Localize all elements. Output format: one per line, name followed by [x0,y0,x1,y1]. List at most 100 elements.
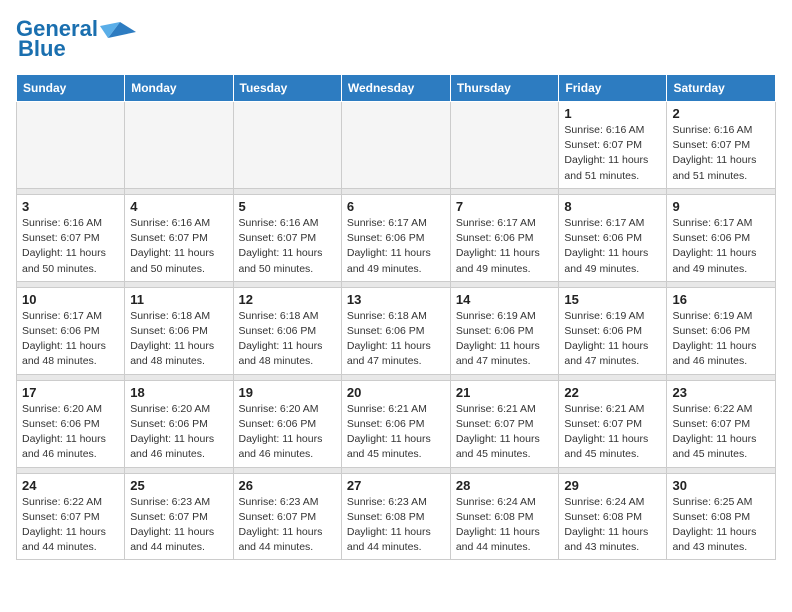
calendar-header-monday: Monday [125,75,233,102]
page-header: General Blue [16,16,776,62]
logo: General Blue [16,16,136,62]
day-number: 30 [672,478,770,493]
calendar-cell: 4 Sunrise: 6:16 AM Sunset: 6:07 PM Daylig… [125,194,233,281]
calendar-cell: 27 Sunrise: 6:23 AM Sunset: 6:08 PM Dayli… [341,473,450,560]
day-info: Sunrise: 6:17 AM Sunset: 6:06 PM Dayligh… [672,216,770,277]
calendar-header-friday: Friday [559,75,667,102]
day-number: 17 [22,385,119,400]
calendar-cell: 19Sunrise: 6:20 AM Sunset: 6:06 PM Dayli… [233,380,341,467]
day-number: 15 [564,292,661,307]
day-info: Sunrise: 6:18 AM Sunset: 6:06 PM Dayligh… [347,309,445,370]
calendar-cell: 29 Sunrise: 6:24 AM Sunset: 6:08 PM Dayli… [559,473,667,560]
calendar-cell: 8 Sunrise: 6:17 AM Sunset: 6:06 PM Daylig… [559,194,667,281]
day-info: Sunrise: 6:23 AM Sunset: 6:07 PM Dayligh… [130,495,227,556]
calendar-cell: 30 Sunrise: 6:25 AM Sunset: 6:08 PM Dayli… [667,473,776,560]
calendar-week-row: 10 Sunrise: 6:17 AM Sunset: 6:06 PM Dayli… [17,287,776,374]
day-number: 26 [239,478,336,493]
day-info: Sunrise: 6:23 AM Sunset: 6:08 PM Dayligh… [347,495,445,556]
day-number: 24 [22,478,119,493]
day-number: 23 [672,385,770,400]
day-number: 21 [456,385,554,400]
day-number: 13 [347,292,445,307]
day-info: Sunrise: 6:18 AM Sunset: 6:06 PM Dayligh… [130,309,227,370]
calendar-week-row: 24 Sunrise: 6:22 AM Sunset: 6:07 PM Dayli… [17,473,776,560]
calendar-cell: 2 Sunrise: 6:16 AM Sunset: 6:07 PM Daylig… [667,102,776,189]
calendar-cell [17,102,125,189]
day-number: 18 [130,385,227,400]
calendar-header-row: SundayMondayTuesdayWednesdayThursdayFrid… [17,75,776,102]
day-number: 20 [347,385,445,400]
calendar-cell: 28 Sunrise: 6:24 AM Sunset: 6:08 PM Dayli… [450,473,559,560]
calendar-cell: 20 Sunrise: 6:21 AM Sunset: 6:06 PM Dayli… [341,380,450,467]
day-number: 12 [239,292,336,307]
day-info: Sunrise: 6:20 AM Sunset: 6:06 PM Dayligh… [22,402,119,463]
day-number: 16 [672,292,770,307]
day-info: Sunrise: 6:19 AM Sunset: 6:06 PM Dayligh… [672,309,770,370]
calendar-cell: 25 Sunrise: 6:23 AM Sunset: 6:07 PM Dayli… [125,473,233,560]
day-number: 25 [130,478,227,493]
day-info: Sunrise: 6:17 AM Sunset: 6:06 PM Dayligh… [456,216,554,277]
day-number: 19 [239,385,336,400]
calendar-cell: 22 Sunrise: 6:21 AM Sunset: 6:07 PM Dayli… [559,380,667,467]
calendar-header-saturday: Saturday [667,75,776,102]
day-number: 5 [239,199,336,214]
calendar-cell: 17 Sunrise: 6:20 AM Sunset: 6:06 PM Dayli… [17,380,125,467]
calendar-cell: 24 Sunrise: 6:22 AM Sunset: 6:07 PM Dayli… [17,473,125,560]
day-number: 4 [130,199,227,214]
day-number: 3 [22,199,119,214]
calendar-header-tuesday: Tuesday [233,75,341,102]
calendar-cell: 18 Sunrise: 6:20 AM Sunset: 6:06 PM Dayli… [125,380,233,467]
calendar-cell: 10 Sunrise: 6:17 AM Sunset: 6:06 PM Dayli… [17,287,125,374]
day-info: Sunrise: 6:24 AM Sunset: 6:08 PM Dayligh… [564,495,661,556]
day-number: 1 [564,106,661,121]
day-info: Sunrise: 6:17 AM Sunset: 6:06 PM Dayligh… [22,309,119,370]
logo-blue-text: Blue [18,36,66,62]
day-info: Sunrise: 6:24 AM Sunset: 6:08 PM Dayligh… [456,495,554,556]
calendar-cell: 23Sunrise: 6:22 AM Sunset: 6:07 PM Dayli… [667,380,776,467]
calendar-cell: 5 Sunrise: 6:16 AM Sunset: 6:07 PM Daylig… [233,194,341,281]
calendar-cell: 3Sunrise: 6:16 AM Sunset: 6:07 PM Daylig… [17,194,125,281]
day-info: Sunrise: 6:23 AM Sunset: 6:07 PM Dayligh… [239,495,336,556]
day-number: 9 [672,199,770,214]
calendar-week-row: 17 Sunrise: 6:20 AM Sunset: 6:06 PM Dayli… [17,380,776,467]
calendar-cell [341,102,450,189]
calendar-cell [450,102,559,189]
calendar-cell: 21Sunrise: 6:21 AM Sunset: 6:07 PM Dayli… [450,380,559,467]
day-info: Sunrise: 6:22 AM Sunset: 6:07 PM Dayligh… [22,495,119,556]
calendar-header-sunday: Sunday [17,75,125,102]
day-info: Sunrise: 6:21 AM Sunset: 6:07 PM Dayligh… [564,402,661,463]
day-info: Sunrise: 6:16 AM Sunset: 6:07 PM Dayligh… [564,123,661,184]
day-number: 27 [347,478,445,493]
calendar-week-row: 1 Sunrise: 6:16 AM Sunset: 6:07 PM Daylig… [17,102,776,189]
day-info: Sunrise: 6:17 AM Sunset: 6:06 PM Dayligh… [564,216,661,277]
day-info: Sunrise: 6:19 AM Sunset: 6:06 PM Dayligh… [456,309,554,370]
calendar-cell: 26 Sunrise: 6:23 AM Sunset: 6:07 PM Dayli… [233,473,341,560]
calendar-cell: 15Sunrise: 6:19 AM Sunset: 6:06 PM Dayli… [559,287,667,374]
calendar-header-thursday: Thursday [450,75,559,102]
day-info: Sunrise: 6:16 AM Sunset: 6:07 PM Dayligh… [239,216,336,277]
calendar-cell: 9 Sunrise: 6:17 AM Sunset: 6:06 PM Daylig… [667,194,776,281]
day-info: Sunrise: 6:18 AM Sunset: 6:06 PM Dayligh… [239,309,336,370]
day-info: Sunrise: 6:25 AM Sunset: 6:08 PM Dayligh… [672,495,770,556]
calendar-cell: 7Sunrise: 6:17 AM Sunset: 6:06 PM Daylig… [450,194,559,281]
calendar-table: SundayMondayTuesdayWednesdayThursdayFrid… [16,74,776,560]
day-number: 28 [456,478,554,493]
calendar-cell: 1 Sunrise: 6:16 AM Sunset: 6:07 PM Daylig… [559,102,667,189]
day-number: 14 [456,292,554,307]
day-number: 10 [22,292,119,307]
day-info: Sunrise: 6:17 AM Sunset: 6:06 PM Dayligh… [347,216,445,277]
day-info: Sunrise: 6:16 AM Sunset: 6:07 PM Dayligh… [130,216,227,277]
day-number: 29 [564,478,661,493]
day-number: 22 [564,385,661,400]
calendar-cell: 11 Sunrise: 6:18 AM Sunset: 6:06 PM Dayli… [125,287,233,374]
calendar-cell: 6 Sunrise: 6:17 AM Sunset: 6:06 PM Daylig… [341,194,450,281]
day-info: Sunrise: 6:20 AM Sunset: 6:06 PM Dayligh… [130,402,227,463]
day-number: 11 [130,292,227,307]
day-number: 2 [672,106,770,121]
day-info: Sunrise: 6:21 AM Sunset: 6:06 PM Dayligh… [347,402,445,463]
calendar-header-wednesday: Wednesday [341,75,450,102]
calendar-cell [125,102,233,189]
day-number: 6 [347,199,445,214]
day-info: Sunrise: 6:16 AM Sunset: 6:07 PM Dayligh… [672,123,770,184]
day-number: 8 [564,199,661,214]
